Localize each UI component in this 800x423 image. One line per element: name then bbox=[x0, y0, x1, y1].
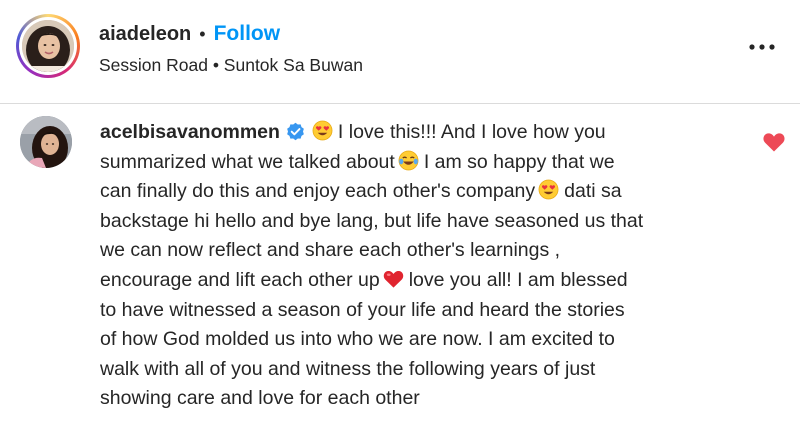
avatar-ring-gap bbox=[19, 17, 77, 75]
like-comment-button[interactable] bbox=[762, 131, 786, 153]
comment-text: acelbisavanommen I love this!!! And I lov… bbox=[100, 118, 740, 414]
comment-line-6: encourage and lift each other up love you… bbox=[100, 266, 740, 296]
poster-username[interactable]: aiadeleon bbox=[99, 23, 191, 46]
more-options-button[interactable] bbox=[742, 34, 782, 60]
comment-line-6b-text: love you all! I am blessed bbox=[408, 268, 628, 291]
comment-line-10: showing care and love for each other bbox=[100, 387, 420, 410]
comment-line-4: backstage hi hello and bye lang, but lif… bbox=[100, 209, 644, 232]
heart-eyes-emoji-icon bbox=[312, 120, 333, 141]
tears-of-joy-emoji-icon bbox=[398, 150, 419, 171]
comment-line-8: of how God molded us into who we are now… bbox=[100, 328, 615, 351]
comment-line-2: summarized what we talked about I am so h… bbox=[100, 148, 740, 178]
liked-heart-icon bbox=[763, 133, 785, 152]
comment-line-3-text: can finally do this and enjoy each other… bbox=[100, 180, 536, 203]
comment-line-1-text: I love this!!! And I love how you bbox=[337, 121, 606, 143]
commenter-username[interactable]: acelbisavanommen bbox=[100, 121, 280, 143]
header-user-row: aiadeleon • Follow bbox=[99, 20, 280, 48]
comment-line-3: can finally do this and enjoy each other… bbox=[100, 177, 740, 207]
commenter-avatar[interactable] bbox=[20, 116, 72, 168]
more-horizontal-icon bbox=[749, 44, 775, 50]
separator-dot: • bbox=[199, 23, 206, 44]
comment-line-2-text: summarized what we talked about bbox=[100, 150, 395, 173]
follow-button[interactable]: Follow bbox=[214, 22, 281, 46]
red-heart-emoji-icon bbox=[383, 270, 403, 288]
comment-line-7: to have witnessed a season of your life … bbox=[100, 298, 625, 321]
heart-eyes-emoji-icon bbox=[538, 179, 559, 200]
header-divider bbox=[0, 103, 800, 104]
comment-line-6-text: encourage and lift each other up bbox=[100, 268, 380, 291]
poster-avatar[interactable] bbox=[22, 20, 74, 72]
post-header: aiadeleon • Follow Session Road • Suntok… bbox=[0, 0, 800, 103]
comment-line-1: acelbisavanommen I love this!!! And I lov… bbox=[100, 118, 740, 148]
comment-line-3b-text: dati sa bbox=[564, 180, 622, 203]
comment-line-9: walk with all of you and witness the fol… bbox=[100, 357, 596, 380]
post-location[interactable]: Session Road • Suntok Sa Buwan bbox=[99, 55, 363, 76]
comment-line-2b-text: I am so happy that we bbox=[423, 150, 615, 173]
poster-avatar-image bbox=[22, 20, 74, 72]
commenter-avatar-image bbox=[20, 116, 72, 168]
story-ring[interactable] bbox=[16, 14, 80, 78]
comment-line-5: we can now reflect and share each other'… bbox=[100, 239, 561, 262]
verified-badge-icon bbox=[287, 122, 304, 141]
